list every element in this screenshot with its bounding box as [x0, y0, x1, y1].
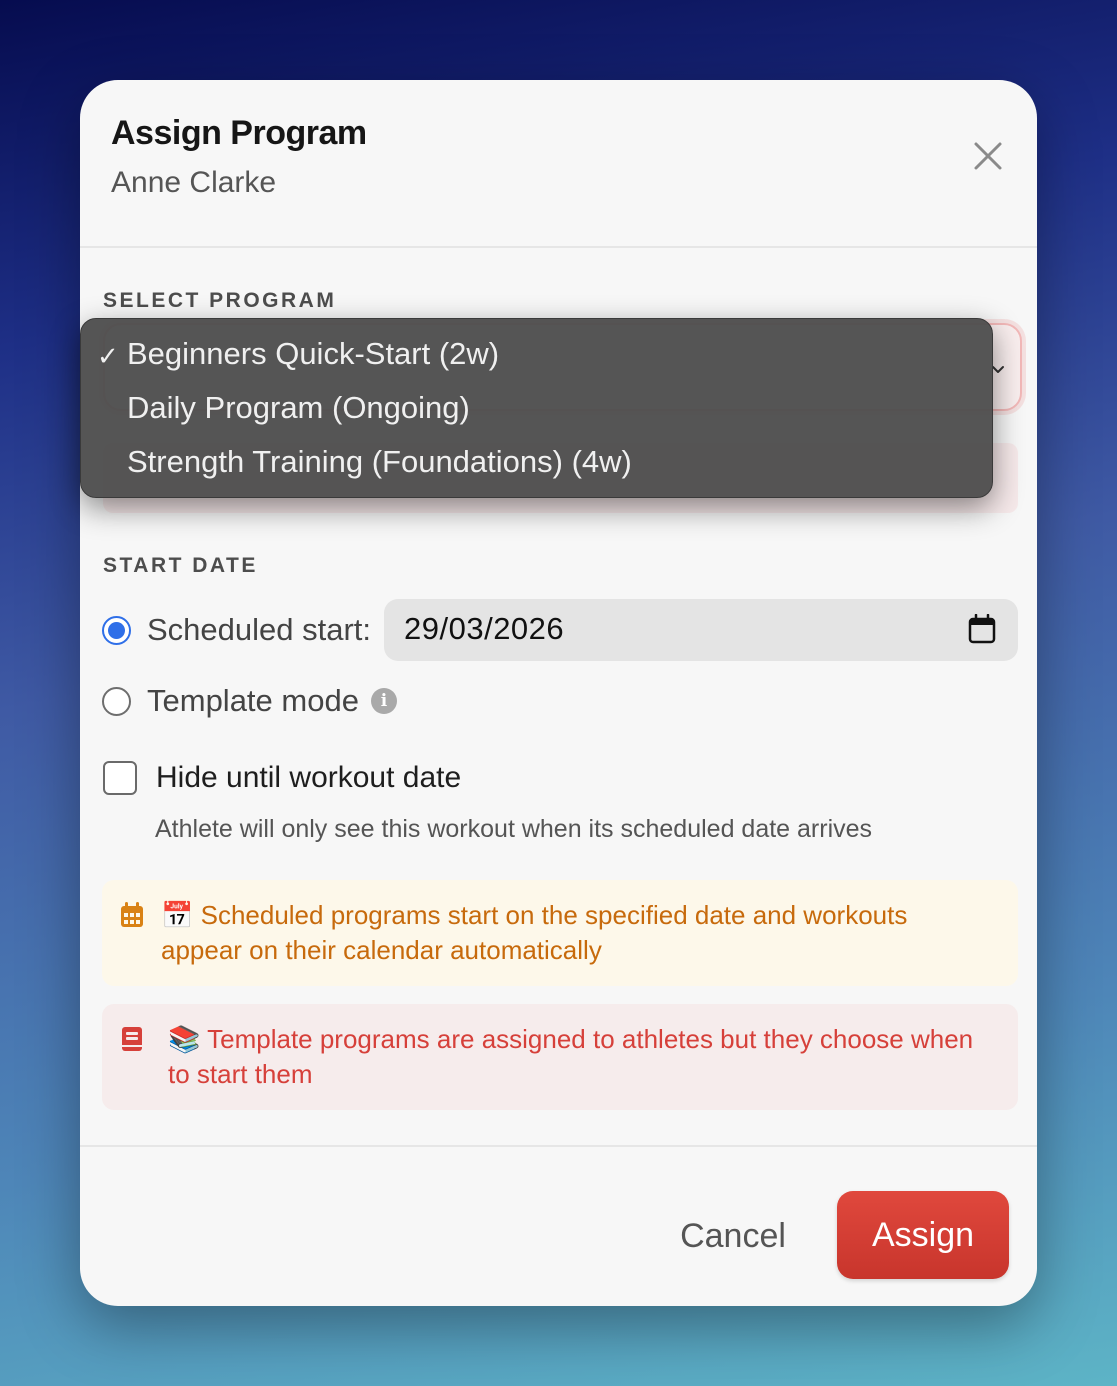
scheduled-start-radio[interactable] [102, 615, 131, 645]
template-notice-text: 📚 Template programs are assigned to athl… [168, 1024, 974, 1089]
cancel-button[interactable]: Cancel [663, 1211, 803, 1261]
check-icon: ✓ [97, 341, 119, 371]
scheduled-start-radio-row[interactable]: Scheduled start: [102, 610, 371, 650]
dialog-title: Assign Program [111, 114, 367, 152]
athlete-name: Anne Clarke [111, 166, 277, 199]
template-mode-label: Template mode [147, 683, 359, 718]
hide-until-date-label: Hide until workout date [156, 761, 462, 794]
info-icon[interactable]: i [370, 688, 397, 714]
calendar-icon[interactable] [968, 614, 996, 644]
scheduled-start-label: Scheduled start: [147, 612, 372, 647]
dialog-header: Assign Program Anne Clarke [80, 80, 1037, 248]
program-option[interactable]: Beginners Quick-Start (2w) [127, 336, 499, 372]
hide-until-date-row[interactable]: Hide until workout date [103, 761, 461, 795]
calendar-grid-icon [121, 902, 143, 927]
start-date-input[interactable]: 29/03/2026 [384, 599, 1018, 661]
hide-until-date-checkbox[interactable] [103, 761, 137, 795]
template-mode-radio[interactable] [102, 686, 131, 716]
program-dropdown-menu: ✓ Beginners Quick-Start (2w) Daily Progr… [80, 318, 993, 498]
close-icon [974, 142, 1002, 170]
program-option[interactable]: Strength Training (Foundations) (4w) [127, 444, 632, 480]
footer-divider [80, 1145, 1037, 1147]
template-mode-radio-row[interactable]: Template mode i [102, 681, 397, 721]
start-date-label: START DATE [103, 554, 258, 577]
hide-until-date-help: Athlete will only see this workout when … [155, 815, 873, 843]
select-program-label: SELECT PROGRAM [103, 289, 337, 312]
assign-button[interactable]: Assign [837, 1191, 1009, 1279]
scheduled-notice: 📅 Scheduled programs start on the specif… [102, 880, 1018, 986]
program-option[interactable]: Daily Program (Ongoing) [127, 390, 470, 426]
start-date-value: 29/03/2026 [404, 611, 565, 646]
assign-program-dialog: Assign Program Anne Clarke SELECT PROGRA… [80, 80, 1037, 1306]
scheduled-notice-text: 📅 Scheduled programs start on the specif… [161, 900, 908, 965]
book-icon [122, 1027, 142, 1051]
template-notice: 📚 Template programs are assigned to athl… [102, 1004, 1018, 1110]
close-button[interactable] [968, 136, 1008, 176]
